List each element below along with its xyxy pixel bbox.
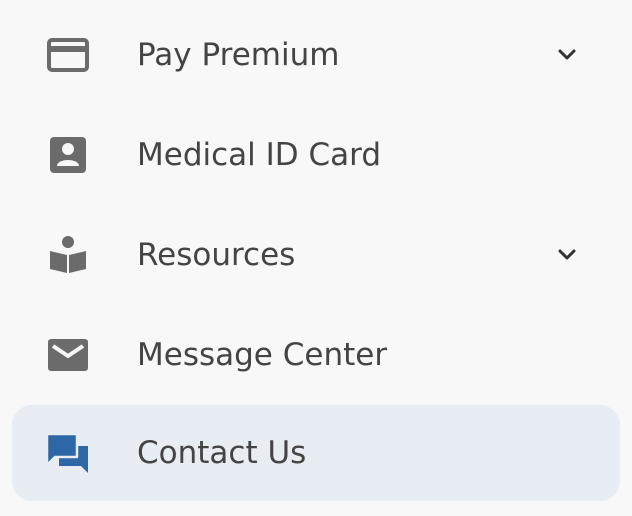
menu-item-label: Contact Us (137, 435, 307, 471)
envelope-icon (46, 335, 90, 375)
id-card-icon (46, 135, 90, 175)
side-menu: Pay Premium Medical ID Card Resources Me… (0, 0, 632, 516)
menu-item-message-center[interactable]: Message Center (12, 307, 620, 403)
book-reader-icon (46, 235, 90, 275)
credit-card-icon (46, 35, 90, 75)
menu-item-contact-us[interactable]: Contact Us (12, 405, 620, 501)
chat-bubbles-icon (46, 433, 90, 473)
menu-item-pay-premium[interactable]: Pay Premium (12, 7, 620, 103)
chevron-down-icon[interactable] (552, 43, 582, 67)
menu-item-label: Resources (137, 237, 296, 273)
chevron-down-icon[interactable] (552, 243, 582, 267)
menu-item-medical-id-card[interactable]: Medical ID Card (12, 107, 620, 203)
menu-item-label: Medical ID Card (137, 137, 382, 173)
menu-item-label: Message Center (137, 337, 388, 373)
menu-item-resources[interactable]: Resources (12, 207, 620, 303)
menu-item-label: Pay Premium (137, 37, 340, 73)
